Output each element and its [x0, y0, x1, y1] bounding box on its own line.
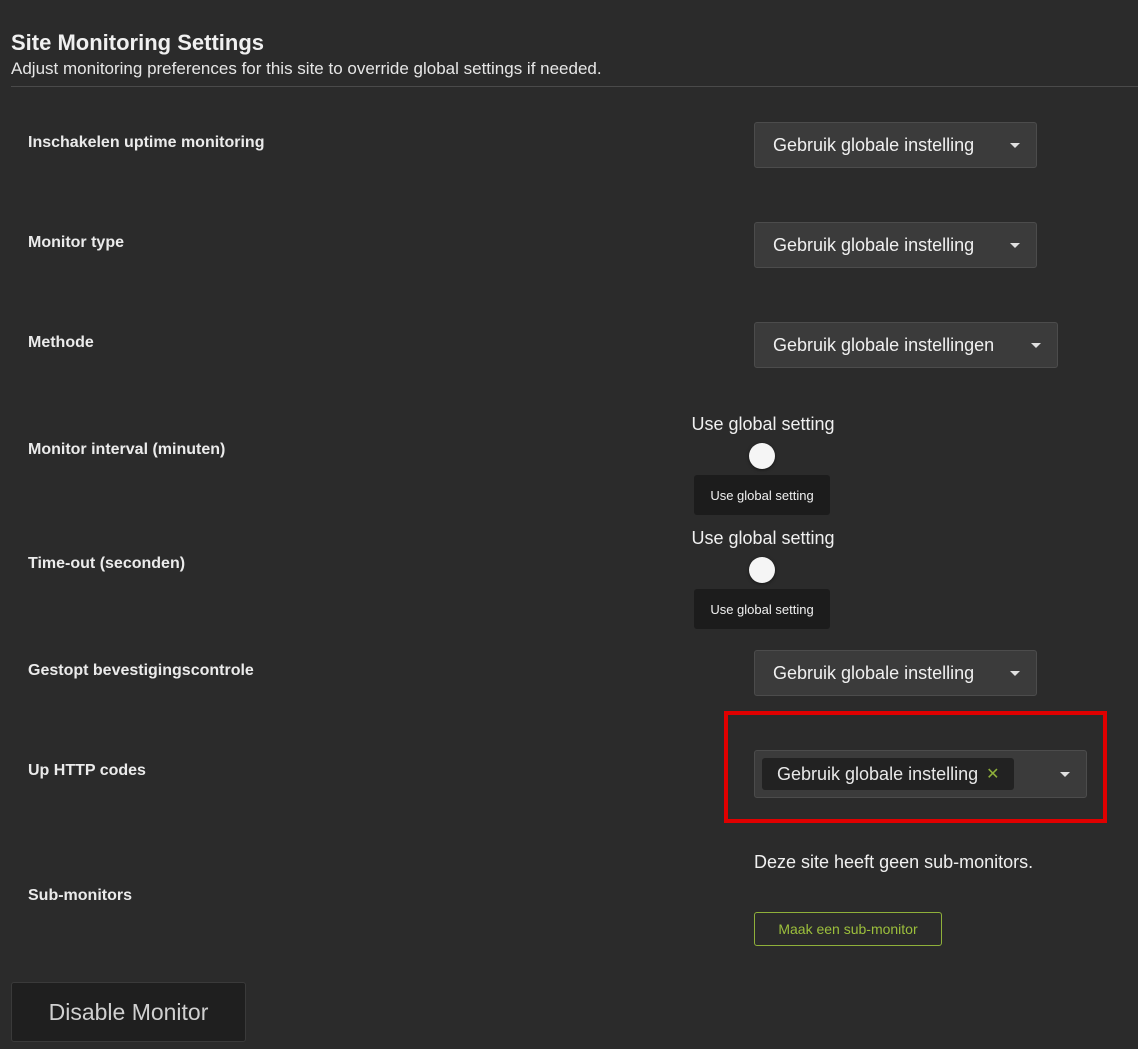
chevron-down-icon: [1010, 671, 1020, 676]
monitor-interval-toggle-group: Use global setting Use global setting: [688, 413, 838, 515]
uptime-monitoring-label: Inschakelen uptime monitoring: [28, 134, 265, 151]
method-label: Methode: [28, 334, 94, 351]
chevron-down-icon: [1060, 772, 1070, 777]
chevron-down-icon: [1010, 143, 1020, 148]
timeout-toggle-label: Use global setting: [691, 528, 835, 548]
sub-monitors-empty-text: Deze site heeft geen sub-monitors.: [754, 852, 1034, 872]
site-monitoring-settings-page: Site Monitoring Settings Adjust monitori…: [0, 0, 1138, 1049]
monitor-type-select[interactable]: Gebruik globale instelling: [754, 222, 1037, 268]
timeout-label: Time-out (seconden): [28, 555, 186, 572]
chevron-down-icon: [1031, 343, 1041, 348]
http-codes-multiselect[interactable]: Gebruik globale instelling ✕: [754, 750, 1087, 798]
settings-header: Site Monitoring Settings Adjust monitori…: [11, 29, 602, 80]
page-title: Site Monitoring Settings: [11, 30, 264, 55]
monitor-interval-label: Monitor interval (minuten): [28, 441, 226, 458]
disable-monitor-button[interactable]: Disable Monitor: [11, 982, 246, 1042]
method-select[interactable]: Gebruik globale instellingen: [754, 322, 1058, 368]
paused-check-select[interactable]: Gebruik globale instelling: [754, 650, 1037, 696]
header-divider: [11, 86, 1138, 87]
method-select-value: Gebruik globale instellingen: [773, 334, 995, 355]
sub-monitors-label: Sub-monitors: [28, 887, 132, 904]
monitor-interval-toggle-label: Use global setting: [691, 414, 835, 434]
uptime-monitoring-select-value: Gebruik globale instelling: [773, 134, 975, 155]
paused-check-label: Gestopt bevestigingscontrole: [28, 662, 254, 679]
remove-icon[interactable]: ✕: [986, 764, 999, 784]
chevron-down-icon: [1010, 243, 1020, 248]
monitor-interval-toggle[interactable]: [749, 443, 775, 469]
monitor-type-select-value: Gebruik globale instelling: [773, 234, 975, 255]
timeout-toggle-group: Use global setting Use global setting: [688, 527, 838, 629]
http-codes-chip-label: Gebruik globale instelling: [777, 763, 979, 784]
create-sub-monitor-button[interactable]: Maak een sub-monitor: [754, 912, 942, 946]
http-codes-label: Up HTTP codes: [28, 762, 146, 779]
uptime-monitoring-select[interactable]: Gebruik globale instelling: [754, 122, 1037, 168]
paused-check-select-value: Gebruik globale instelling: [773, 662, 975, 683]
timeout-tooltip: Use global setting: [694, 589, 830, 629]
page-subtitle: Adjust monitoring preferences for this s…: [11, 59, 602, 78]
http-codes-chip: Gebruik globale instelling ✕: [762, 758, 1014, 790]
monitor-type-label: Monitor type: [28, 234, 124, 251]
monitor-interval-tooltip: Use global setting: [694, 475, 830, 515]
timeout-toggle[interactable]: [749, 557, 775, 583]
